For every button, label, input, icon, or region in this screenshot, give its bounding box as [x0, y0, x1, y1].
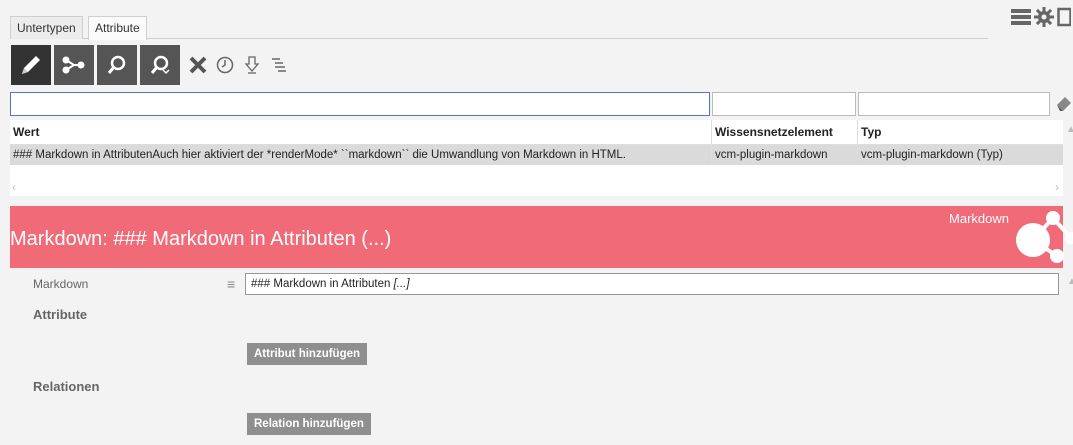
eraser-icon[interactable] [1055, 93, 1073, 116]
table-row[interactable]: ### Markdown in AttributenAuch hier akti… [10, 145, 1063, 165]
detail-scroll-up-icon[interactable]: ▲ [1067, 276, 1073, 287]
list-menu-icon[interactable] [1011, 8, 1031, 29]
toolbar [11, 45, 291, 85]
markdown-field-label: Markdown [33, 277, 89, 291]
add-relation-button[interactable]: Relation hinzufügen [247, 413, 371, 435]
horizontal-scrollbar[interactable]: ‹ › [10, 180, 1063, 196]
top-right-icons [1011, 6, 1072, 30]
graph-icon [62, 56, 85, 74]
graph-button[interactable] [54, 45, 94, 85]
table-header: Wert Wissensnetzelement Typ [10, 120, 1063, 145]
search-advanced-button[interactable] [140, 45, 180, 85]
graph-logo-icon [1013, 210, 1073, 269]
section-attribute-heading: Attribute [33, 307, 88, 322]
clock-icon[interactable] [212, 50, 237, 80]
markdown-field[interactable]: ### Markdown in Attributen [...] [245, 273, 1059, 295]
close-icon[interactable] [185, 50, 210, 80]
scroll-left-icon[interactable]: ‹ [12, 180, 16, 194]
search-advanced-icon [150, 55, 170, 75]
edit-button[interactable] [11, 45, 51, 85]
column-header-wissensnetzelement[interactable]: Wissensnetzelement [712, 120, 858, 144]
markdown-field-ellipsis: [...] [393, 278, 410, 290]
filter-wissensnetzelement-input[interactable] [712, 92, 856, 116]
results-table: Wert Wissensnetzelement Typ ### Markdown… [10, 120, 1063, 196]
download-icon[interactable] [239, 50, 264, 80]
scroll-up-icon[interactable]: ▲ [1066, 124, 1073, 135]
column-header-wert[interactable]: Wert [10, 120, 712, 144]
filter-typ-input[interactable] [858, 92, 1050, 116]
scroll-right-icon[interactable]: › [1055, 180, 1059, 194]
detail-type-label: Markdown [949, 211, 1009, 226]
detail-header: Markdown: ### Markdown in Attributen (..… [10, 206, 1073, 268]
window-icon[interactable] [1057, 7, 1072, 30]
markdown-field-value: ### Markdown in Attributen [251, 278, 394, 290]
column-header-typ[interactable]: Typ [858, 120, 1063, 144]
gear-icon[interactable] [1034, 6, 1054, 30]
tab-untertypen[interactable]: Untertypen [10, 16, 83, 39]
tab-bar: Untertypen Attribute [10, 12, 988, 40]
cell-wert: ### Markdown in AttributenAuch hier akti… [10, 145, 712, 165]
hamburger-menu-icon[interactable]: ≡ [227, 276, 235, 292]
detail-title: Markdown: ### Markdown in Attributen (..… [10, 228, 392, 250]
filter-wert-input[interactable] [10, 92, 710, 116]
cell-element: vcm-plugin-markdown [712, 145, 858, 165]
edit-icon [22, 56, 40, 74]
search-button[interactable] [97, 45, 137, 85]
search-icon [107, 55, 126, 74]
section-relations-heading: Relationen [33, 379, 100, 394]
tree-list-icon[interactable] [266, 50, 291, 80]
tab-attribute[interactable]: Attribute [88, 16, 147, 40]
cell-typ: vcm-plugin-markdown (Typ) [861, 149, 1003, 161]
add-attribute-button[interactable]: Attribut hinzufügen [247, 343, 368, 365]
